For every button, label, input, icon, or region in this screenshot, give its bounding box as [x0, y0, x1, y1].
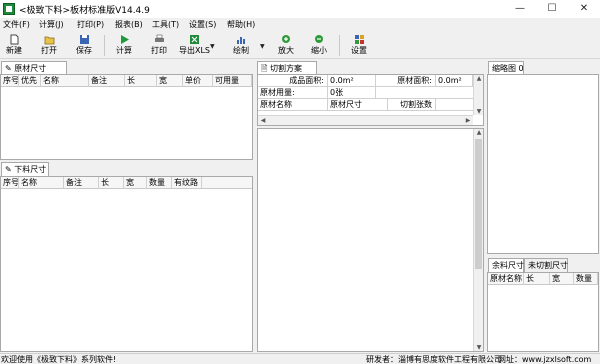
settings-button[interactable]: 设置: [349, 34, 369, 58]
tab-cut-size[interactable]: ✎ 下料尺寸: [1, 162, 49, 176]
tab-cutting-plan[interactable]: 🗎 切割方案: [257, 61, 317, 75]
draw-chart-icon: [236, 37, 245, 44]
col-name: 名称: [19, 177, 64, 189]
pencil-icon: ✎: [5, 64, 12, 73]
print-button[interactable]: 打印: [149, 34, 169, 58]
excel-icon: [189, 35, 199, 44]
col-length: 长: [125, 75, 157, 87]
cutting-diagram-canvas[interactable]: ▲ ▼: [257, 128, 484, 352]
toolbar: 新建 打开 保存 计算 打印 导出XLS ▼ 绘制 ▼ 放大 缩小 设置: [0, 32, 600, 59]
plan-summary-hscroll[interactable]: ◀ ▶: [258, 115, 473, 125]
new-button[interactable]: 新建: [4, 34, 24, 58]
col-index: 序号: [3, 177, 19, 189]
col-price: 单价: [183, 75, 213, 87]
cut-tabstrip: ✎ 下料尺寸: [0, 162, 70, 176]
col-width: 宽: [124, 177, 147, 189]
minimize-button[interactable]: —: [504, 0, 536, 18]
status-bar: 欢迎使用《极致下料》系列软件! 研发者：淄博有思度软件工程有限公司 网址：www…: [0, 353, 600, 364]
thumbnail-panel[interactable]: [487, 74, 599, 254]
col-width: 宽: [157, 75, 183, 87]
scroll-down-icon[interactable]: ▼: [474, 344, 484, 351]
status-welcome: 欢迎使用《极致下料》系列软件!: [1, 355, 117, 364]
col-name: 名称: [41, 75, 89, 87]
col-note: 备注: [64, 177, 99, 189]
col-grain: 有纹路: [172, 177, 202, 189]
export-dropdown-icon[interactable]: ▼: [210, 43, 215, 50]
app-icon: [3, 3, 15, 15]
printer-icon: [154, 34, 164, 42]
close-button[interactable]: ✕: [568, 0, 600, 18]
menu-settings[interactable]: 设置(S): [189, 19, 216, 30]
calc-button[interactable]: 计算: [114, 34, 134, 58]
title-bar: <极致下料>板材标准版V14.4.9 — ☐ ✕: [0, 0, 600, 18]
tab-thumbnail[interactable]: 缩略图 0: [488, 61, 524, 75]
status-website[interactable]: 网址：www.jzxlsoft.com: [498, 354, 591, 364]
save-icon: [79, 35, 89, 44]
draw-button[interactable]: 绘制: [230, 34, 252, 58]
open-button[interactable]: 打开: [39, 34, 59, 58]
plan-summary: 成品面积: 0.0m² 原材面积: 0.0m² 原材用量: 0张 原材名称 原材…: [257, 74, 484, 126]
col-index: 序号: [3, 75, 19, 87]
menu-help[interactable]: 帮助(H): [227, 19, 255, 30]
zoom-out-button[interactable]: 缩小: [309, 34, 329, 58]
folder-open-icon: [44, 36, 54, 45]
cut-grid-header: 序号 名称 备注 长 宽 数量 有纹路: [1, 177, 252, 189]
tab-raw-material[interactable]: ✎ 原材尺寸: [1, 61, 67, 75]
scroll-up-icon[interactable]: ▲: [474, 129, 484, 136]
thumb-tabstrip: 缩略图 0: [487, 61, 547, 75]
cut-size-grid[interactable]: 序号 名称 备注 长 宽 数量 有纹路: [0, 176, 253, 352]
diagram-vscroll[interactable]: ▲ ▼: [473, 129, 483, 351]
new-file-icon: [10, 34, 18, 45]
tab-remain-size[interactable]: 余料尺寸: [488, 258, 524, 272]
scroll-down-icon[interactable]: ▼: [474, 108, 484, 115]
zoom-out-icon: [314, 35, 323, 43]
col-raw-name: 原材名称: [490, 273, 524, 285]
menu-print[interactable]: 打印(P): [77, 19, 104, 30]
menu-calc[interactable]: 计算(J): [39, 19, 64, 30]
col-width: 宽: [550, 273, 574, 285]
toolbar-separator: [339, 35, 340, 56]
plan-summary-vscroll[interactable]: ▲ ▼: [473, 75, 483, 115]
window-title: <极致下料>板材标准版V14.4.9: [19, 6, 150, 16]
col-note: 备注: [89, 75, 125, 87]
toolbar-separator: [104, 35, 105, 56]
raw-tabstrip: ✎ 原材尺寸: [0, 61, 70, 75]
col-priority: 优先: [19, 75, 41, 87]
menu-report[interactable]: 报表(B): [115, 19, 143, 30]
scroll-thumb[interactable]: [475, 139, 482, 269]
col-quantity: 数量: [574, 273, 598, 285]
plan-row: 原材用量: 0张: [258, 87, 473, 99]
document-icon: 🗎: [261, 64, 268, 73]
menu-file[interactable]: 文件(F): [3, 19, 30, 30]
raw-grid-header: 序号 优先 名称 备注 长 宽 单价 可用量: [1, 75, 252, 87]
remain-tabstrip: 余料尺寸 未切割尺寸: [487, 258, 599, 272]
col-length: 长: [524, 273, 550, 285]
settings-icon: [354, 35, 364, 44]
scroll-left-icon[interactable]: ◀: [258, 117, 268, 124]
zoom-in-button[interactable]: 放大: [276, 34, 296, 58]
play-icon: [120, 35, 129, 44]
plan-row: 成品面积: 0.0m² 原材面积: 0.0m²: [258, 75, 473, 87]
maximize-button[interactable]: ☐: [536, 0, 568, 18]
col-quantity: 数量: [147, 177, 172, 189]
plan-row: 原材名称 原材尺寸 切割张数: [258, 99, 473, 111]
scroll-right-icon[interactable]: ▶: [463, 117, 473, 124]
raw-material-grid[interactable]: 序号 优先 名称 备注 长 宽 单价 可用量: [0, 74, 253, 160]
draw-dropdown-icon[interactable]: ▼: [260, 43, 265, 50]
col-available: 可用量: [213, 75, 252, 87]
tab-uncut-size[interactable]: 未切割尺寸: [524, 258, 568, 272]
remain-grid-header: 原材名称 长 宽 数量: [488, 273, 598, 285]
zoom-in-icon: [281, 35, 290, 43]
remain-grid[interactable]: 原材名称 长 宽 数量: [487, 272, 599, 352]
status-developer: 研发者：淄博有思度软件工程有限公司: [366, 355, 502, 364]
plan-tabstrip: 🗎 切割方案: [256, 61, 326, 75]
menu-tools[interactable]: 工具(T): [152, 19, 179, 30]
save-button[interactable]: 保存: [74, 34, 94, 58]
pencil-icon: ✎: [5, 165, 12, 174]
export-xls-button[interactable]: 导出XLS: [179, 34, 210, 58]
col-length: 长: [99, 177, 124, 189]
menu-bar: 文件(F) 计算(J) 打印(P) 报表(B) 工具(T) 设置(S) 帮助(H…: [0, 18, 600, 32]
scroll-up-icon[interactable]: ▲: [474, 75, 484, 82]
